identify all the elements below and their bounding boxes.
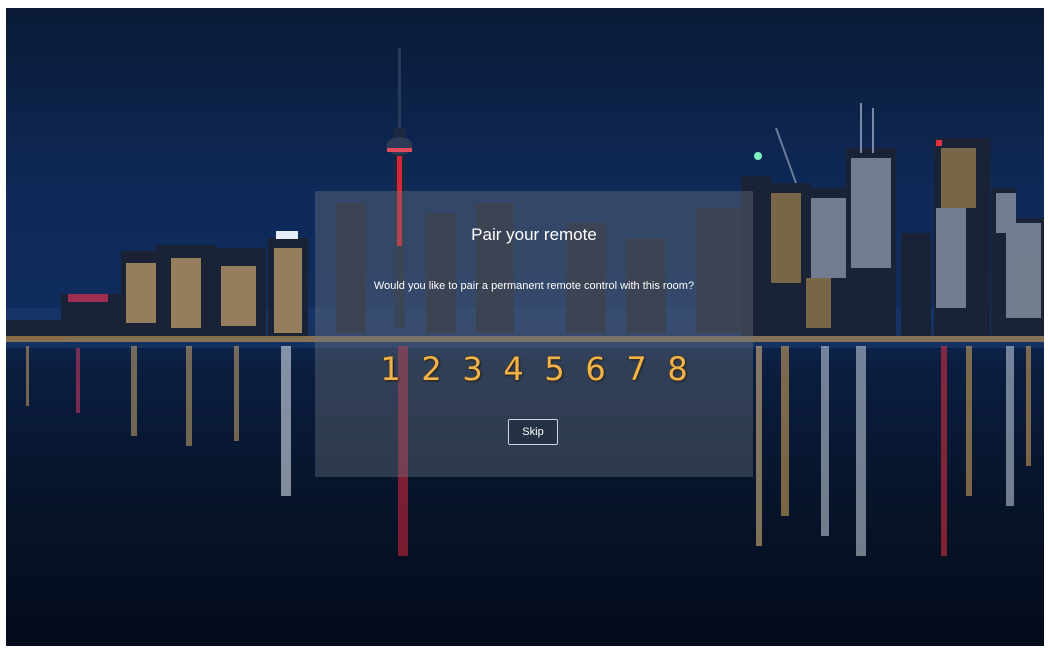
pairing-code-digit: 3 xyxy=(462,350,483,388)
pairing-screen: Pair your remote Would you like to pair … xyxy=(6,8,1044,646)
pairing-code-digit: 6 xyxy=(585,350,606,388)
pairing-code-digit: 8 xyxy=(667,350,688,388)
pair-remote-dialog: Pair your remote Would you like to pair … xyxy=(315,191,753,477)
dialog-subtitle: Would you like to pair a permanent remot… xyxy=(373,280,695,292)
pairing-code-digit: 2 xyxy=(421,350,442,388)
pairing-code-digit: 1 xyxy=(380,350,401,388)
pairing-code-digit: 7 xyxy=(626,350,647,388)
skip-button[interactable]: Skip xyxy=(508,419,558,445)
dialog-title: Pair your remote xyxy=(471,225,597,244)
pairing-code: 1 2 3 4 5 6 7 8 xyxy=(315,349,753,389)
pairing-code-digit: 4 xyxy=(503,350,524,388)
pairing-code-digit: 5 xyxy=(544,350,565,388)
